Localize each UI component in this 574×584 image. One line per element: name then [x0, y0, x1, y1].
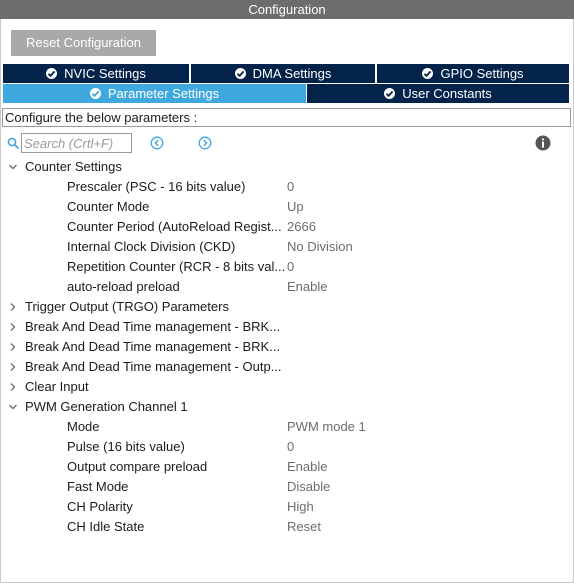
tab-parameter-settings[interactable]: Parameter Settings — [3, 84, 306, 103]
param-label: Fast Mode — [67, 479, 129, 494]
param-label: Internal Clock Division (CKD) — [67, 239, 236, 254]
group-title: Clear Input — [25, 379, 89, 394]
check-circle-icon — [384, 88, 396, 99]
param-label: auto-reload preload — [67, 279, 180, 294]
param-row-counter-period[interactable]: Counter Period (AutoReload Regist... 266… — [0, 217, 572, 237]
group-title: Break And Dead Time management - BRK... — [25, 319, 281, 334]
param-row-pulse[interactable]: Pulse (16 bits value) 0 — [0, 437, 572, 457]
tab-label: DMA Settings — [252, 66, 332, 81]
param-value: PWM mode 1 — [287, 419, 366, 434]
param-value: Reset — [287, 519, 321, 534]
group-pwm-channel-1[interactable]: PWM Generation Channel 1 — [0, 397, 572, 417]
search-icon — [7, 137, 20, 150]
param-value: 0 — [287, 179, 295, 194]
chevron-right-icon[interactable] — [8, 362, 18, 372]
tab-label: Parameter Settings — [107, 86, 220, 101]
chevron-down-icon[interactable] — [8, 162, 18, 172]
param-row-prescaler[interactable]: Prescaler (PSC - 16 bits value) 0 — [0, 177, 572, 197]
param-value: No Division — [287, 239, 353, 254]
chevron-right-icon[interactable] — [8, 322, 18, 332]
chevron-right-icon[interactable] — [8, 342, 18, 352]
tab-label: NVIC Settings — [64, 66, 146, 81]
param-label: Repetition Counter (RCR - 8 bits val... — [67, 259, 286, 274]
param-value: High — [287, 499, 314, 514]
previous-match-icon[interactable] — [150, 136, 164, 150]
group-break-dead-time-output[interactable]: Break And Dead Time management - Outp... — [0, 357, 572, 377]
group-title: Counter Settings — [25, 159, 122, 174]
param-row-auto-reload-preload[interactable]: auto-reload preload Enable — [0, 277, 572, 297]
parameters-description: Configure the below parameters : — [2, 108, 571, 127]
param-value: 0 — [287, 439, 295, 454]
group-clear-input[interactable]: Clear Input — [0, 377, 572, 397]
group-trigger-output[interactable]: Trigger Output (TRGO) Parameters — [0, 297, 572, 317]
tab-gpio-settings[interactable]: GPIO Settings — [377, 64, 569, 83]
group-counter-settings[interactable]: Counter Settings — [0, 157, 572, 177]
param-row-ch-polarity[interactable]: CH Polarity High — [0, 497, 572, 517]
chevron-right-icon[interactable] — [8, 382, 18, 392]
group-title: Break And Dead Time management - BRK... — [25, 339, 281, 354]
param-label: CH Idle State — [67, 519, 145, 534]
param-row-ch-idle-state[interactable]: CH Idle State Reset — [0, 517, 572, 537]
param-label: CH Polarity — [67, 499, 133, 514]
param-row-fast-mode[interactable]: Fast Mode Disable — [0, 477, 572, 497]
search-input[interactable] — [21, 133, 132, 153]
param-value: 0 — [287, 259, 295, 274]
param-label: Counter Period (AutoReload Regist... — [67, 219, 282, 234]
tab-nvic-settings[interactable]: NVIC Settings — [3, 64, 189, 83]
param-row-clock-division[interactable]: Internal Clock Division (CKD) No Divisio… — [0, 237, 572, 257]
param-label: Pulse (16 bits value) — [67, 439, 185, 454]
param-value: Disable — [287, 479, 331, 494]
group-title: PWM Generation Channel 1 — [25, 399, 188, 414]
param-label: Counter Mode — [67, 199, 150, 214]
chevron-right-icon[interactable] — [8, 302, 18, 312]
param-label: Output compare preload — [67, 459, 208, 474]
tab-user-constants[interactable]: User Constants — [307, 84, 569, 103]
group-break-dead-time-brk-2[interactable]: Break And Dead Time management - BRK... — [0, 337, 572, 357]
check-circle-icon — [89, 88, 101, 99]
param-row-output-compare-preload[interactable]: Output compare preload Enable — [0, 457, 572, 477]
next-match-icon[interactable] — [198, 136, 212, 150]
reset-configuration-button[interactable]: Reset Configuration — [11, 30, 156, 56]
param-label: Prescaler (PSC - 16 bits value) — [67, 179, 246, 194]
param-value: Up — [287, 199, 304, 214]
group-title: Break And Dead Time management - Outp... — [25, 359, 282, 374]
group-title: Trigger Output (TRGO) Parameters — [25, 299, 229, 314]
param-label: Mode — [67, 419, 100, 434]
check-circle-icon — [46, 68, 58, 79]
tab-dma-settings[interactable]: DMA Settings — [191, 64, 375, 83]
param-value: 2666 — [287, 219, 316, 234]
check-circle-icon — [234, 68, 246, 79]
param-row-mode[interactable]: Mode PWM mode 1 — [0, 417, 572, 437]
tab-label: User Constants — [402, 86, 492, 101]
window-title: Configuration — [0, 0, 574, 19]
param-row-repetition-counter[interactable]: Repetition Counter (RCR - 8 bits val... … — [0, 257, 572, 277]
tab-label: GPIO Settings — [440, 66, 524, 81]
group-break-dead-time-brk-1[interactable]: Break And Dead Time management - BRK... — [0, 317, 572, 337]
info-icon[interactable] — [535, 135, 551, 151]
check-circle-icon — [422, 68, 434, 79]
chevron-down-icon[interactable] — [8, 402, 18, 412]
param-value: Enable — [287, 459, 328, 474]
param-row-counter-mode[interactable]: Counter Mode Up — [0, 197, 572, 217]
param-value: Enable — [287, 279, 328, 294]
